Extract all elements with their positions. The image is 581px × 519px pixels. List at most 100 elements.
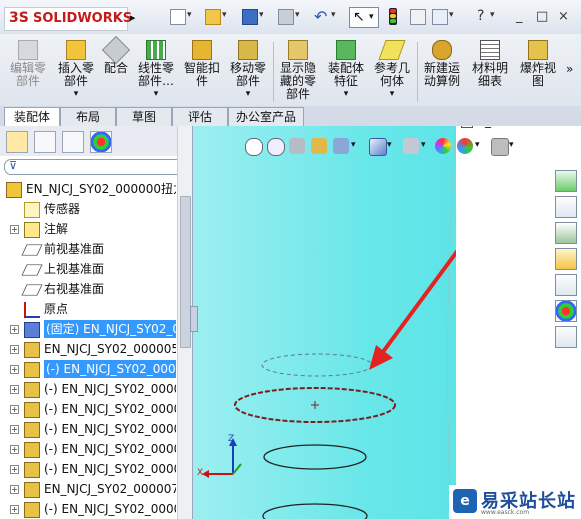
print-dropdown-icon[interactable]: ▾ bbox=[295, 10, 300, 20]
tree-item[interactable]: + (-) EN_NJCJ_SY02_0000 bbox=[0, 500, 176, 518]
tab-office-products[interactable]: 办公室产品 bbox=[228, 107, 304, 126]
undo-icon[interactable]: ↶ bbox=[314, 7, 327, 26]
open-folder-icon[interactable] bbox=[205, 9, 221, 25]
view-orientation-icon[interactable] bbox=[333, 138, 349, 154]
linear-pattern-dropdown-icon[interactable]: ▾ bbox=[134, 88, 178, 101]
maximize-button[interactable]: □ bbox=[536, 9, 548, 24]
open-dropdown-icon[interactable]: ▾ bbox=[222, 10, 227, 20]
tab-sketch[interactable]: 草图 bbox=[116, 107, 172, 126]
options-icon[interactable] bbox=[432, 9, 448, 25]
tree-expand-toggle[interactable]: + bbox=[10, 465, 19, 474]
save-dropdown-icon[interactable]: ▾ bbox=[259, 10, 264, 20]
tree-expand-toggle[interactable]: + bbox=[10, 485, 19, 494]
task-pane-file-explorer-icon[interactable] bbox=[555, 248, 577, 270]
hide-show-items-icon[interactable] bbox=[403, 138, 419, 154]
tree-item[interactable]: EN_NJCJ_SY02_000000扭力 bbox=[0, 180, 176, 198]
new-dropdown-icon[interactable]: ▾ bbox=[187, 10, 192, 20]
tree-expand-toggle[interactable]: + bbox=[10, 425, 19, 434]
close-button[interactable]: × bbox=[558, 9, 569, 24]
hide-show-dropdown-icon[interactable]: ▾ bbox=[421, 140, 426, 150]
options-dropdown-icon[interactable]: ▾ bbox=[449, 10, 454, 20]
tab-evaluate[interactable]: 评估 bbox=[172, 107, 228, 126]
display-manager-tab-icon[interactable] bbox=[90, 131, 112, 153]
view-orientation-dropdown-icon[interactable]: ▾ bbox=[351, 140, 356, 150]
task-pane-custom-properties-icon[interactable] bbox=[555, 326, 577, 348]
view-layout-icon[interactable] bbox=[461, 126, 473, 128]
save-icon[interactable] bbox=[242, 9, 258, 25]
file-properties-icon[interactable] bbox=[410, 9, 426, 25]
tree-item[interactable]: + 注解 bbox=[0, 220, 176, 238]
tree-expand-toggle[interactable]: + bbox=[10, 325, 19, 334]
tab-layout[interactable]: 布局 bbox=[60, 107, 116, 126]
task-pane-view-palette-icon[interactable] bbox=[555, 274, 577, 296]
tree-expand-toggle[interactable]: + bbox=[10, 505, 19, 514]
smart-fasteners-button[interactable]: 智能扣件 bbox=[182, 40, 222, 88]
new-document-icon[interactable] bbox=[170, 9, 186, 25]
tree-item[interactable]: 上视基准面 bbox=[0, 260, 176, 278]
tree-item[interactable]: + (-) EN_NJCJ_SY02_0000 bbox=[0, 380, 176, 398]
tree-expand-toggle[interactable]: + bbox=[10, 345, 19, 354]
tab-assembly[interactable]: 装配体 bbox=[4, 107, 60, 126]
tree-filter-input[interactable]: ⊽ bbox=[4, 159, 188, 175]
show-hidden-components-button[interactable]: 显示隐 藏的零 部件 bbox=[276, 40, 320, 101]
zoom-to-area-icon[interactable] bbox=[267, 138, 285, 156]
tree-item[interactable]: + EN_NJCJ_SY02_000007 bbox=[0, 480, 176, 498]
tree-item[interactable]: 右视基准面 bbox=[0, 280, 176, 298]
task-pane-design-library-icon[interactable] bbox=[555, 222, 577, 244]
feature-manager-tab-icon[interactable] bbox=[6, 131, 28, 153]
doc-restore-button[interactable]: ❐ bbox=[503, 126, 514, 128]
linear-pattern-button[interactable]: 线性零 部件… ▾ bbox=[134, 40, 178, 101]
configuration-manager-tab-icon[interactable] bbox=[62, 131, 84, 153]
property-manager-tab-icon[interactable] bbox=[34, 131, 56, 153]
tree-item[interactable]: 传感器 bbox=[0, 200, 176, 218]
new-motion-study-button[interactable]: 新建运 动算例 bbox=[420, 40, 464, 88]
doc-minimize-button[interactable]: _ bbox=[485, 126, 491, 128]
reference-geometry-dropdown-icon[interactable]: ▾ bbox=[370, 88, 414, 101]
assembly-features-dropdown-icon[interactable]: ▾ bbox=[324, 88, 368, 101]
menu-expand-arrow[interactable]: ▸ bbox=[130, 11, 136, 24]
tree-expand-toggle[interactable]: + bbox=[10, 225, 19, 234]
task-pane-resources-icon[interactable] bbox=[555, 170, 577, 192]
insert-component-button[interactable]: 插入零 部件 ▾ bbox=[54, 40, 98, 101]
scene-dropdown-icon[interactable]: ▾ bbox=[475, 140, 480, 150]
task-pane-appearances-icon[interactable] bbox=[555, 300, 577, 322]
tree-expand-toggle[interactable]: + bbox=[10, 365, 19, 374]
display-style-dropdown-icon[interactable]: ▾ bbox=[387, 140, 392, 150]
graphics-area[interactable]: Z X ▾ ▾ ▾ ▾ ▾ _ ❐ × bbox=[193, 126, 581, 519]
tree-expand-toggle[interactable]: + bbox=[10, 405, 19, 414]
move-component-dropdown-icon[interactable]: ▾ bbox=[226, 88, 270, 101]
undo-dropdown-icon[interactable]: ▾ bbox=[331, 10, 336, 20]
minimize-button[interactable]: _ bbox=[516, 9, 523, 24]
help-icon[interactable]: ? bbox=[477, 8, 484, 24]
tree-item[interactable]: + (-) EN_NJCJ_SY02_0000 bbox=[0, 420, 176, 438]
more-commands-button[interactable]: » bbox=[566, 62, 573, 76]
zoom-to-fit-icon[interactable] bbox=[245, 138, 263, 156]
task-pane-home-icon[interactable] bbox=[555, 196, 577, 218]
tree-item[interactable]: + (-) EN_NJCJ_SY02_0000 bbox=[0, 460, 176, 478]
tree-expand-toggle[interactable]: + bbox=[10, 445, 19, 454]
tree-item[interactable]: + (-) EN_NJCJ_SY02_0000 bbox=[0, 360, 176, 378]
edit-appearance-icon[interactable] bbox=[435, 138, 451, 154]
move-component-button[interactable]: 移动零 部件 ▾ bbox=[226, 40, 270, 101]
select-pointer-icon[interactable]: ↖ ▾ bbox=[349, 7, 379, 28]
tree-item[interactable]: 前视基准面 bbox=[0, 240, 176, 258]
solidworks-logo[interactable]: 3S SOLIDWORKS bbox=[4, 7, 132, 31]
reference-geometry-button[interactable]: 参考几 何体 ▾ bbox=[370, 40, 414, 101]
tree-item[interactable]: + (-) EN_NJCJ_SY02_0000 bbox=[0, 440, 176, 458]
panel-splitter-handle[interactable] bbox=[190, 306, 198, 332]
bill-of-materials-button[interactable]: 材料明 细表 bbox=[468, 40, 512, 88]
print-icon[interactable] bbox=[278, 9, 294, 25]
tree-expand-toggle[interactable]: + bbox=[10, 385, 19, 394]
view-settings-icon[interactable] bbox=[491, 138, 509, 156]
doc-close-button[interactable]: × bbox=[523, 126, 533, 128]
mate-button[interactable]: 配合 bbox=[100, 35, 132, 75]
tree-item[interactable]: 原点 bbox=[0, 300, 176, 318]
exploded-view-button[interactable]: 爆炸视图 bbox=[516, 40, 560, 88]
tree-item[interactable]: + (固定) EN_NJCJ_SY02_0 bbox=[0, 320, 176, 338]
previous-view-icon[interactable] bbox=[289, 138, 305, 154]
tree-item[interactable]: + (-) EN_NJCJ_SY02_0000 bbox=[0, 400, 176, 418]
section-view-icon[interactable] bbox=[311, 138, 327, 154]
assembly-features-button[interactable]: 装配体 特征 ▾ bbox=[324, 40, 368, 101]
apply-scene-icon[interactable] bbox=[457, 138, 473, 154]
insert-component-dropdown-icon[interactable]: ▾ bbox=[54, 88, 98, 101]
